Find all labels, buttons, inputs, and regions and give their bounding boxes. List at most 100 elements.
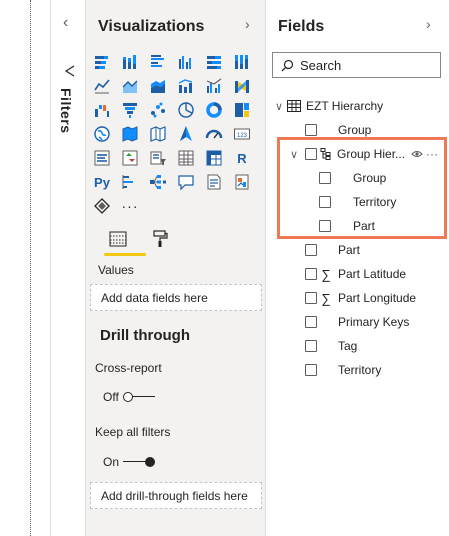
- field-row-group-hierarchy[interactable]: ∨ Group Hier... ···: [288, 142, 438, 166]
- field-row-part-latitude[interactable]: ∑ Part Latitude: [305, 262, 406, 286]
- funnel-chart-icon[interactable]: [118, 98, 142, 122]
- format-tab[interactable]: [146, 224, 174, 254]
- fields-well-tab[interactable]: [104, 224, 146, 256]
- hierarchy-level-territory[interactable]: Territory: [319, 190, 396, 214]
- key-influencers-icon[interactable]: [118, 170, 142, 194]
- paint-roller-icon: [153, 230, 168, 247]
- visualizations-pane: Visualizations › 123 R Py ··· Values Add…: [85, 0, 266, 536]
- line-and-clustered-column-chart-icon[interactable]: [202, 74, 226, 98]
- visual-pane-tabs: [96, 224, 256, 258]
- card-icon[interactable]: 123: [230, 122, 254, 146]
- donut-chart-icon[interactable]: [202, 98, 226, 122]
- power-apps-icon[interactable]: [90, 194, 114, 218]
- keep-all-filters-label: Keep all filters: [95, 425, 171, 439]
- table-row-ezt-hierarchy[interactable]: ∨ EZT Hierarchy: [273, 94, 383, 118]
- keep-all-filters-state: On: [103, 455, 120, 469]
- collapse-fields-chevron-icon[interactable]: ›: [426, 16, 431, 32]
- field-checkbox[interactable]: [319, 196, 331, 208]
- toggle-switch-on-icon: [123, 457, 156, 467]
- field-checkbox[interactable]: [305, 268, 317, 280]
- multi-row-card-icon[interactable]: [90, 146, 114, 170]
- filters-label: Filters: [58, 88, 74, 134]
- smart-narrative-icon[interactable]: [202, 170, 226, 194]
- kpi-icon[interactable]: [118, 146, 142, 170]
- 100-stacked-column-chart-icon[interactable]: [230, 50, 254, 74]
- sigma-icon: ∑: [321, 290, 331, 306]
- field-label: Part Longitude: [338, 291, 417, 305]
- field-checkbox[interactable]: [305, 244, 317, 256]
- area-chart-icon[interactable]: [118, 74, 142, 98]
- scatter-chart-icon[interactable]: [146, 98, 170, 122]
- field-row-tag[interactable]: Tag: [305, 334, 357, 358]
- ribbon-chart-icon[interactable]: [230, 74, 254, 98]
- field-row-part-longitude[interactable]: ∑ Part Longitude: [305, 286, 416, 310]
- field-checkbox[interactable]: [305, 292, 317, 304]
- more-options-icon[interactable]: ···: [426, 147, 438, 161]
- slicer-icon[interactable]: [146, 146, 170, 170]
- field-label: Primary Keys: [338, 315, 410, 329]
- visual-gallery: 123 R Py ···: [90, 50, 260, 218]
- qa-visual-icon[interactable]: [174, 170, 198, 194]
- stacked-column-chart-icon[interactable]: [118, 50, 142, 74]
- field-row-territory[interactable]: Territory: [305, 358, 381, 382]
- report-canvas-edge: [0, 0, 50, 536]
- canvas-border: [30, 0, 31, 536]
- field-label: Part: [353, 219, 376, 233]
- field-label: Part: [338, 243, 361, 257]
- fields-search-box[interactable]: [272, 52, 441, 78]
- field-checkbox[interactable]: [305, 340, 317, 352]
- hierarchy-level-group[interactable]: Group: [319, 166, 386, 190]
- field-label: Part Latitude: [338, 267, 407, 281]
- collapse-visualizations-chevron-icon[interactable]: ›: [245, 16, 250, 32]
- field-row-primary-keys[interactable]: Primary Keys: [305, 310, 409, 334]
- search-input[interactable]: [300, 57, 430, 73]
- filters-pane-collapsed[interactable]: ‹ Filters: [50, 0, 85, 536]
- field-checkbox[interactable]: [319, 220, 331, 232]
- table-visual-icon[interactable]: [174, 146, 198, 170]
- collapse-table-chevron-icon[interactable]: ∨: [273, 100, 285, 113]
- keep-all-filters-toggle[interactable]: On: [103, 455, 156, 469]
- azure-map-icon[interactable]: [174, 122, 198, 146]
- cross-report-toggle[interactable]: Off: [103, 390, 155, 404]
- treemap-icon[interactable]: [230, 98, 254, 122]
- shape-map-icon[interactable]: [146, 122, 170, 146]
- drill-through-title: Drill through: [100, 327, 190, 344]
- line-chart-icon[interactable]: [90, 74, 114, 98]
- clustered-column-chart-icon[interactable]: [174, 50, 198, 74]
- cross-report-state: Off: [103, 390, 119, 404]
- gauge-icon[interactable]: [202, 122, 226, 146]
- field-label: Territory: [338, 363, 382, 377]
- 100-stacked-bar-chart-icon[interactable]: [202, 50, 226, 74]
- build-visual-icon: [109, 231, 127, 247]
- drill-through-drop-well[interactable]: Add drill-through fields here: [90, 482, 262, 509]
- field-checkbox[interactable]: [305, 316, 317, 328]
- decomposition-tree-icon[interactable]: [146, 170, 170, 194]
- field-row-part[interactable]: Part: [305, 238, 360, 262]
- field-row-group[interactable]: Group: [305, 118, 371, 142]
- field-checkbox[interactable]: [305, 148, 317, 160]
- table-name: EZT Hierarchy: [306, 99, 384, 113]
- r-script-visual-icon[interactable]: R: [230, 146, 254, 170]
- field-checkbox[interactable]: [319, 172, 331, 184]
- map-icon[interactable]: [90, 122, 114, 146]
- more-visuals-icon[interactable]: ···: [118, 194, 142, 218]
- hierarchy-level-part[interactable]: Part: [319, 214, 375, 238]
- collapse-hierarchy-chevron-icon[interactable]: ∨: [288, 148, 300, 161]
- stacked-bar-chart-icon[interactable]: [90, 50, 114, 74]
- field-checkbox[interactable]: [305, 124, 317, 136]
- paginated-report-icon[interactable]: [230, 170, 254, 194]
- line-and-stacked-column-chart-icon[interactable]: [174, 74, 198, 98]
- python-visual-icon[interactable]: Py: [90, 170, 114, 194]
- eye-hidden-icon[interactable]: [411, 149, 423, 159]
- pie-chart-icon[interactable]: [174, 98, 198, 122]
- field-label: Territory: [353, 195, 397, 209]
- filled-map-icon[interactable]: [118, 122, 142, 146]
- field-checkbox[interactable]: [305, 364, 317, 376]
- stacked-area-chart-icon[interactable]: [146, 74, 170, 98]
- values-drop-well[interactable]: Add data fields here: [90, 284, 262, 311]
- expand-filters-chevron-icon[interactable]: ‹: [63, 15, 75, 31]
- search-icon: [281, 59, 294, 71]
- clustered-bar-chart-icon[interactable]: [146, 50, 170, 74]
- matrix-icon[interactable]: [202, 146, 226, 170]
- waterfall-chart-icon[interactable]: [90, 98, 114, 122]
